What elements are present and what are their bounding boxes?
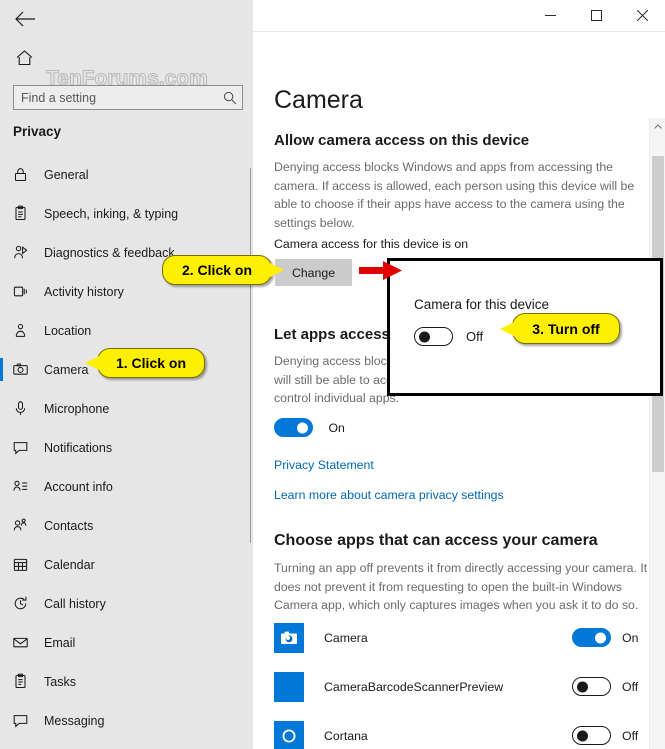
sidebar-item-label: General <box>44 167 89 182</box>
app-row: Cortana Off <box>274 711 646 749</box>
sidebar-item-location[interactable]: Location <box>0 311 250 350</box>
sidebar-item-messaging[interactable]: Messaging <box>0 701 250 740</box>
lock-icon <box>12 166 38 183</box>
app-name: CameraBarcodeScannerPreview <box>324 679 504 694</box>
location-icon <box>12 322 38 339</box>
search-input[interactable] <box>14 86 218 109</box>
change-button[interactable]: Change <box>275 259 352 286</box>
back-button[interactable] <box>8 4 42 34</box>
popup-toggle-row: Off <box>414 327 483 346</box>
messaging-icon <box>12 712 38 729</box>
sidebar-item-label: Notifications <box>44 440 113 455</box>
app-row: Camera On <box>274 613 646 662</box>
clipboard-icon <box>12 205 38 222</box>
camera-device-toggle-state: Off <box>466 329 484 344</box>
tasks-icon <box>12 673 38 690</box>
choose-apps-heading: Choose apps that can access your camera <box>274 532 598 549</box>
content-scrollbar[interactable] <box>649 118 665 749</box>
sidebar-item-microphone[interactable]: Microphone <box>0 389 250 428</box>
sidebar-item-tasks[interactable]: Tasks <box>0 662 250 701</box>
sidebar-item-notifications[interactable]: Notifications <box>0 428 250 467</box>
settings-window: TenForums.com Privacy GeneralSpeech, ink… <box>0 0 665 749</box>
allow-camera-access-description: Denying access blocks Windows and apps f… <box>274 160 635 230</box>
sidebar-item-label: Location <box>44 323 92 338</box>
camera-app-icon <box>274 622 304 653</box>
red-arrow-annotation <box>359 261 402 280</box>
minimize-button[interactable] <box>527 0 573 31</box>
choose-apps-description: Turning an app off prevents it from dire… <box>274 561 648 612</box>
sidebar-item-label: Speech, inking, & typing <box>44 206 179 221</box>
sidebar-item-label: Calendar <box>44 557 95 572</box>
envelope-icon <box>12 634 38 651</box>
app-toggle[interactable] <box>572 726 611 745</box>
sidebar-item-speech-inking-typing[interactable]: Speech, inking, & typing <box>0 194 250 233</box>
contacts-icon <box>12 517 38 534</box>
apps-list: Camera On CameraBarcodeScannerPreview Off Co… <box>274 613 646 749</box>
sidebar-item-calendar[interactable]: Calendar <box>0 545 250 584</box>
account-info-icon <box>12 478 38 495</box>
app-name: Cortana <box>324 728 368 743</box>
app-name: Camera <box>324 630 368 645</box>
sidebar-item-label: Account info <box>44 479 113 494</box>
allow-camera-access-heading: Allow camera access on this device <box>274 132 530 149</box>
cortana-app-icon <box>274 720 304 749</box>
home-icon <box>16 50 32 66</box>
blank-app-icon <box>274 671 304 702</box>
app-toggle-state: Off <box>622 728 639 743</box>
app-toggle-state: On <box>622 630 639 645</box>
sidebar-item-label: Camera <box>44 362 89 377</box>
maximize-button[interactable] <box>573 0 619 31</box>
sidebar-item-label: Contacts <box>44 518 94 533</box>
scroll-up-arrow[interactable] <box>650 118 665 134</box>
calendar-icon <box>12 556 38 573</box>
sidebar-scrollbar[interactable] <box>250 168 251 543</box>
callout-step-1: 1. Click on <box>85 348 205 378</box>
app-toggle-wrap: Off <box>572 726 646 745</box>
app-toggle-wrap: On <box>572 628 646 647</box>
app-toggle-state: Off <box>622 679 639 694</box>
let-apps-access-toggle-state: On <box>328 420 345 435</box>
app-row: CameraBarcodeScannerPreview Off <box>274 662 646 711</box>
camera-device-toggle[interactable] <box>414 327 453 346</box>
sidebar-item-general[interactable]: General <box>0 155 250 194</box>
sidebar-item-radios[interactable]: Radios <box>0 740 250 749</box>
sidebar-item-account-info[interactable]: Account info <box>0 467 250 506</box>
camera-access-status: Camera access for this device is on <box>274 237 469 251</box>
privacy-statement-link[interactable]: Privacy Statement <box>274 458 374 472</box>
close-button[interactable] <box>619 0 665 31</box>
feedback-icon <box>12 244 38 261</box>
sidebar-item-label: Tasks <box>44 674 76 689</box>
microphone-icon <box>12 400 38 417</box>
sidebar-item-contacts[interactable]: Contacts <box>0 506 250 545</box>
back-arrow-icon <box>14 11 35 27</box>
sidebar-item-label: Microphone <box>44 401 110 416</box>
sidebar-item-label: Messaging <box>44 713 105 728</box>
sidebar-item-label: Email <box>44 635 76 650</box>
app-toggle[interactable] <box>572 628 611 647</box>
search-icon <box>218 91 242 105</box>
page-title: Camera <box>274 86 363 114</box>
sidebar-item-label: Activity history <box>44 284 124 299</box>
callout-step-2: 2. Click on <box>162 255 284 285</box>
search-box[interactable] <box>13 85 243 110</box>
sidebar-item-label: Diagnostics & feedback <box>44 245 175 260</box>
sidebar-item-call-history[interactable]: Call history <box>0 584 250 623</box>
camera-icon <box>12 361 38 378</box>
let-apps-access-toggle-row: On <box>274 418 345 437</box>
speech-bubble-icon <box>12 439 38 456</box>
sidebar-section-title: Privacy <box>13 124 62 139</box>
app-toggle-wrap: Off <box>572 677 646 696</box>
history-icon <box>12 283 38 300</box>
home-button[interactable] <box>10 46 38 70</box>
app-toggle[interactable] <box>572 677 611 696</box>
popup-title: Camera for this device <box>414 297 550 312</box>
callout-step-3: 3. Turn off <box>500 313 620 344</box>
sidebar-nav-list: General Speech, inking, & typing Diagnosti… <box>0 155 250 749</box>
call-history-icon <box>12 595 38 612</box>
sidebar-item-email[interactable]: Email <box>0 623 250 662</box>
sidebar-item-label: Call history <box>44 596 106 611</box>
let-apps-access-toggle[interactable] <box>274 418 313 437</box>
learn-more-link[interactable]: Learn more about camera privacy settings <box>274 488 504 502</box>
